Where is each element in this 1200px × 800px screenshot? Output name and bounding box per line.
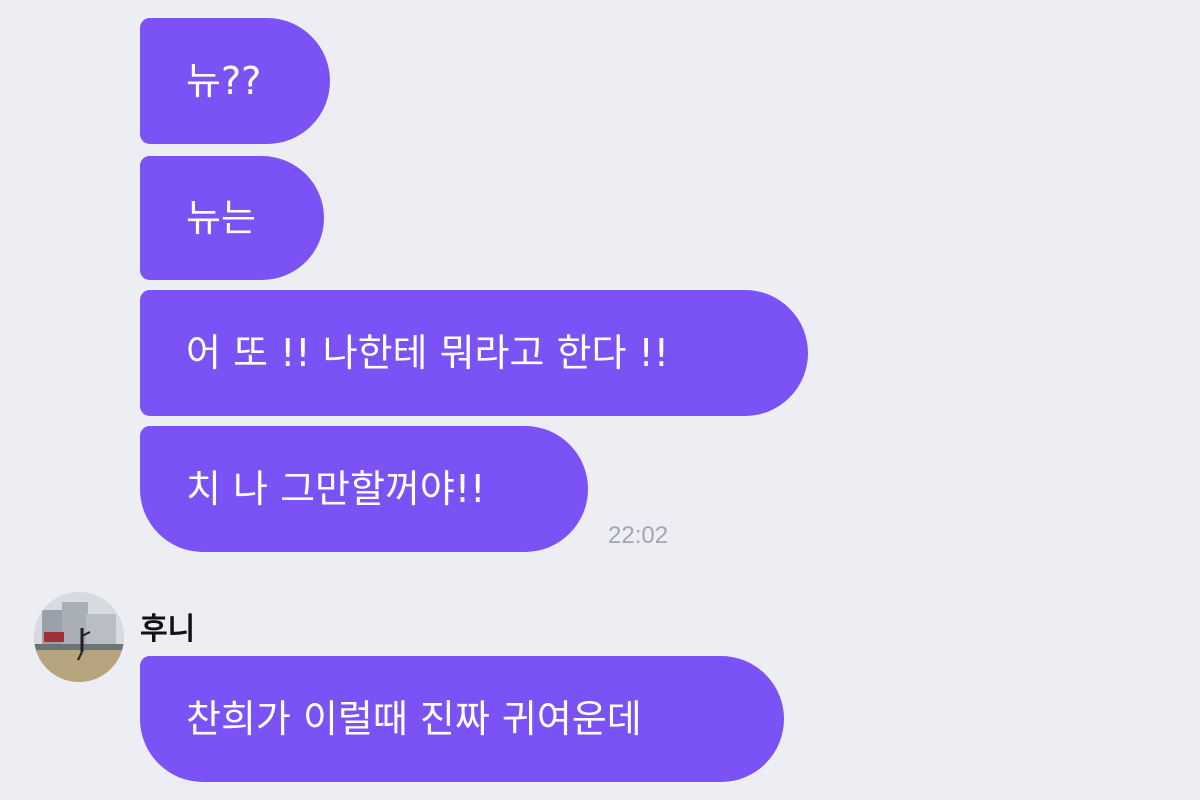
avatar-photo-icon [34,592,124,682]
message-text: 뉴는 [186,196,256,240]
message-text: 치 나 그만할꺼야!! [186,467,486,511]
message-text: 어 또 !! 나한테 뭐라고 한다 !! [186,331,670,375]
incoming-message-bubble[interactable]: 찬희가 이럴때 진짜 귀여운데 [140,656,784,782]
message-bubble[interactable]: 뉴는 [140,156,324,280]
message-text: 뉴?? [186,59,262,103]
message-bubble[interactable]: 어 또 !! 나한테 뭐라고 한다 !! [140,290,808,416]
sender-name: 후니 [140,612,196,647]
message-timestamp: 22:02 [608,522,669,549]
message-bubble[interactable]: 치 나 그만할꺼야!! [140,426,588,552]
message-text: 찬희가 이럴때 진짜 귀여운데 [186,697,642,741]
message-bubble[interactable]: 뉴?? [140,18,330,144]
chat-area: 뉴?? 뉴는 어 또 !! 나한테 뭐라고 한다 !! 치 나 그만할꺼야!! … [0,0,1200,800]
avatar[interactable] [34,592,124,682]
